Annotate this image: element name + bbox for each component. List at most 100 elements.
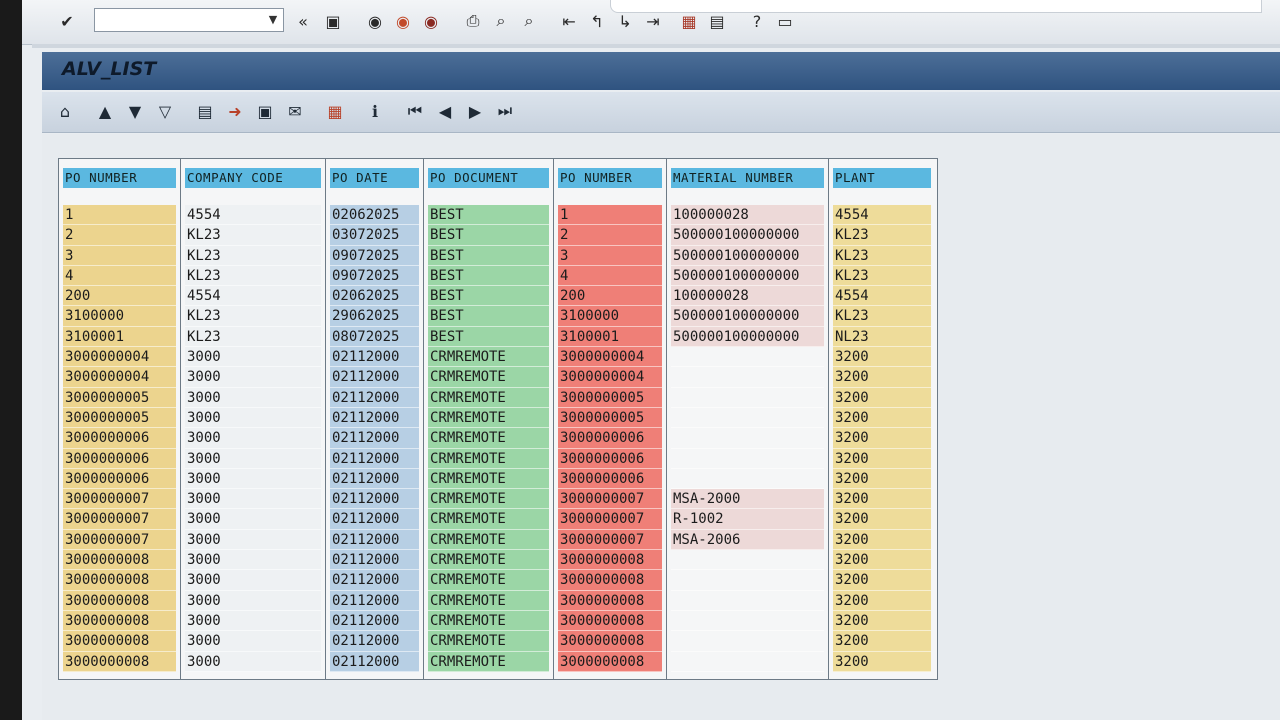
table-cell[interactable]: 4: [558, 265, 662, 287]
table-cell[interactable]: 3000000005: [63, 387, 176, 408]
table-cell[interactable]: 3000000008: [63, 610, 176, 632]
table-cell[interactable]: [671, 652, 824, 672]
table-cell[interactable]: 3000000008: [63, 590, 176, 611]
table-cell[interactable]: 09072025: [330, 265, 419, 287]
table-cell[interactable]: 02112000: [330, 347, 419, 368]
table-cell[interactable]: CRMREMOTE: [428, 489, 549, 510]
last-page-icon[interactable]: ⇥: [642, 10, 664, 32]
table-cell[interactable]: KL23: [833, 225, 931, 246]
table-cell[interactable]: 02112000: [330, 407, 419, 429]
table-cell[interactable]: 02112000: [330, 590, 419, 611]
table-cell[interactable]: [671, 550, 824, 571]
table-cell[interactable]: 3: [558, 245, 662, 266]
table-cell[interactable]: 3000: [185, 347, 321, 368]
table-cell[interactable]: 3000000004: [63, 367, 176, 388]
table-cell[interactable]: [671, 449, 824, 469]
table-cell[interactable]: 4554: [833, 205, 931, 226]
table-cell[interactable]: 3200: [833, 448, 931, 469]
table-cell[interactable]: 3000000006: [558, 448, 662, 469]
help-icon[interactable]: ?: [746, 10, 768, 32]
table-cell[interactable]: 3000000007: [558, 509, 662, 530]
exit-icon[interactable]: ◉: [392, 10, 414, 32]
table-cell[interactable]: CRMREMOTE: [428, 347, 549, 368]
table-cell[interactable]: CRMREMOTE: [428, 448, 549, 469]
table-cell[interactable]: BEST: [428, 245, 549, 266]
table-cell[interactable]: 02112000: [330, 570, 419, 591]
table-cell[interactable]: [671, 469, 824, 490]
table-cell[interactable]: 3200: [833, 347, 931, 368]
table-cell[interactable]: 02112000: [330, 610, 419, 632]
table-cell[interactable]: 3200: [833, 631, 931, 652]
sort-ascending-icon[interactable]: ▲: [94, 100, 116, 122]
table-cell[interactable]: [671, 388, 824, 408]
print-preview-icon[interactable]: ▤: [194, 100, 216, 122]
table-cell[interactable]: 3000000008: [558, 550, 662, 571]
table-cell[interactable]: 3100001: [558, 326, 662, 348]
table-cell[interactable]: 02112000: [330, 448, 419, 469]
next-icon[interactable]: ▶: [464, 100, 486, 122]
table-cell[interactable]: 3000: [185, 407, 321, 429]
create-session-icon[interactable]: ▦: [678, 10, 700, 32]
table-cell[interactable]: 1: [63, 205, 176, 226]
table-cell[interactable]: 3000000006: [63, 448, 176, 469]
table-cell[interactable]: 3000000008: [558, 590, 662, 611]
previous-icon[interactable]: ◀: [434, 100, 456, 122]
first-icon[interactable]: ⏮: [404, 100, 426, 122]
table-cell[interactable]: KL23: [185, 306, 321, 327]
export-icon[interactable]: ➜: [224, 100, 246, 122]
table-cell[interactable]: 3000000008: [558, 631, 662, 652]
table-cell[interactable]: [671, 347, 824, 368]
table-cell[interactable]: 3000: [185, 651, 321, 672]
table-cell[interactable]: 3200: [833, 590, 931, 611]
details-icon[interactable]: ⌂: [54, 100, 76, 122]
command-field[interactable]: ▼: [94, 8, 284, 32]
dropdown-icon[interactable]: ▼: [265, 11, 281, 29]
find-next-icon[interactable]: ⌕: [518, 10, 540, 32]
save-icon[interactable]: ▣: [322, 10, 344, 32]
table-cell[interactable]: CRMREMOTE: [428, 428, 549, 449]
table-cell[interactable]: 02062025: [330, 205, 419, 226]
table-cell[interactable]: 3100000: [558, 306, 662, 327]
last-icon[interactable]: ⏭: [494, 100, 516, 122]
table-cell[interactable]: CRMREMOTE: [428, 407, 549, 429]
table-cell[interactable]: 3100000: [63, 306, 176, 327]
table-cell[interactable]: [671, 570, 824, 591]
table-cell[interactable]: 3200: [833, 489, 931, 510]
local-file-icon[interactable]: ▣: [254, 100, 276, 122]
send-icon[interactable]: ✉: [284, 100, 306, 122]
find-icon[interactable]: ⌕: [490, 10, 512, 32]
table-cell[interactable]: 02112000: [330, 550, 419, 571]
filter-icon[interactable]: ▽: [154, 100, 176, 122]
previous-page-icon[interactable]: ↰: [586, 10, 608, 32]
shortcut-icon[interactable]: ▤: [706, 10, 728, 32]
table-cell[interactable]: 4: [63, 265, 176, 287]
back-icon[interactable]: ◉: [364, 10, 386, 32]
table-cell[interactable]: 02112000: [330, 509, 419, 530]
table-cell[interactable]: 3000000006: [558, 428, 662, 449]
table-cell[interactable]: 02112000: [330, 387, 419, 408]
table-cell[interactable]: BEST: [428, 265, 549, 287]
table-cell[interactable]: 3200: [833, 570, 931, 591]
table-cell[interactable]: 02112000: [330, 529, 419, 551]
table-cell[interactable]: CRMREMOTE: [428, 631, 549, 652]
enter-icon[interactable]: ✔: [56, 10, 78, 32]
table-cell[interactable]: 3000: [185, 489, 321, 510]
table-cell[interactable]: 2: [558, 225, 662, 246]
table-cell[interactable]: 3000000004: [558, 347, 662, 368]
table-cell[interactable]: BEST: [428, 205, 549, 226]
table-cell[interactable]: CRMREMOTE: [428, 387, 549, 408]
table-cell[interactable]: 500000100000000: [671, 225, 824, 246]
table-cell[interactable]: 3000: [185, 468, 321, 490]
table-cell[interactable]: CRMREMOTE: [428, 509, 549, 530]
table-cell[interactable]: 3000000004: [558, 367, 662, 388]
table-cell[interactable]: 1: [558, 205, 662, 226]
table-cell[interactable]: 03072025: [330, 225, 419, 246]
table-cell[interactable]: KL23: [833, 265, 931, 287]
table-cell[interactable]: KL23: [185, 265, 321, 287]
table-cell[interactable]: R-1002: [671, 509, 824, 530]
table-cell[interactable]: CRMREMOTE: [428, 570, 549, 591]
table-cell[interactable]: 3000000005: [558, 407, 662, 429]
table-cell[interactable]: 3000: [185, 367, 321, 388]
table-cell[interactable]: 02112000: [330, 428, 419, 449]
table-cell[interactable]: 100000028: [671, 205, 824, 226]
